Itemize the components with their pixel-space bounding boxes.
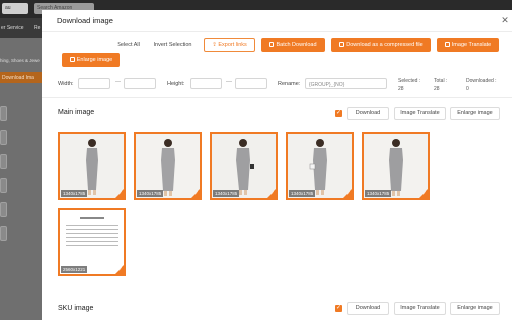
- invert-selection-button[interactable]: Invert Selection: [148, 38, 197, 52]
- image-thumbnail[interactable]: 1340x1785 ✓: [58, 132, 126, 200]
- table-row: [66, 233, 118, 234]
- image-thumbnail[interactable]: 1340x1785 ✓: [362, 132, 430, 200]
- sku-download-button[interactable]: Download: [347, 302, 389, 315]
- image-size-label: 1340x1785: [61, 190, 88, 197]
- image-size-label: 2560x1221: [61, 266, 88, 273]
- sku-image-checkbox[interactable]: ✓: [335, 305, 342, 312]
- main-enlarge-image-button[interactable]: Enlarge image: [450, 107, 500, 120]
- enlarge-image-label: Enlarge image: [76, 57, 113, 63]
- image-thumbnail[interactable]: 2560x1221 ✓: [58, 208, 126, 276]
- downloaded-value: 0: [466, 86, 469, 92]
- total-label: Total :: [434, 78, 448, 84]
- table-row: [66, 245, 118, 246]
- main-image-translate-button[interactable]: Image Translate: [394, 107, 446, 120]
- table-row: [66, 229, 118, 230]
- background-option: [0, 130, 7, 145]
- image-size-label: 1340x1785: [213, 190, 240, 197]
- sku-image-translate-button[interactable]: Image Translate: [394, 302, 446, 315]
- modal-header: Download image ✕: [42, 10, 512, 32]
- check-icon: ✓: [269, 191, 275, 197]
- check-icon: ✓: [345, 191, 351, 197]
- image-thumbnail[interactable]: 1340x1785 ✓: [134, 132, 202, 200]
- width-max-input[interactable]: [124, 78, 156, 89]
- table-row: [66, 237, 118, 238]
- close-icon[interactable]: ✕: [500, 15, 510, 25]
- breadcrumb: hing, Shoes & Jewe: [0, 58, 40, 63]
- width-min-input[interactable]: [78, 78, 110, 89]
- main-image-checkbox[interactable]: ✓: [335, 110, 342, 117]
- image-thumbnail[interactable]: 1340x1785 ✓: [210, 132, 278, 200]
- background-option: [0, 106, 7, 121]
- export-links-label: Export links: [218, 42, 247, 48]
- enlarge-icon: [69, 56, 75, 62]
- nav-item-customer-service[interactable]: er Service: [1, 25, 24, 31]
- total-value: 28: [434, 86, 440, 92]
- download-image-modal: Download image ✕ Select All Invert Selec…: [42, 10, 512, 320]
- selected-label: Selected :: [398, 78, 421, 84]
- check-icon: ✓: [117, 191, 123, 197]
- table-row: [66, 225, 118, 226]
- background-option: [0, 202, 7, 217]
- total-count: Total : 28: [434, 77, 447, 93]
- size-chart-title: [80, 217, 104, 219]
- height-min-input[interactable]: [190, 78, 222, 89]
- download-compressed-button[interactable]: Download as a compressed file: [331, 38, 431, 52]
- width-separator: —: [115, 79, 121, 85]
- height-max-input[interactable]: [235, 78, 267, 89]
- download-compressed-label: Download as a compressed file: [346, 42, 423, 48]
- image-thumbnail[interactable]: 1340x1785 ✓: [286, 132, 354, 200]
- image-size-label: 1340x1785: [137, 190, 164, 197]
- background-option: [0, 226, 7, 241]
- batch-download-label: Batch Download: [276, 42, 317, 48]
- width-label: Width:: [58, 81, 74, 87]
- main-image-title: Main image: [58, 109, 95, 116]
- sku-enlarge-image-button[interactable]: Enlarge image: [450, 302, 500, 315]
- background-option: [0, 178, 7, 193]
- size-chart-preview: [66, 217, 118, 257]
- background-option: [0, 154, 7, 169]
- height-label: Height:: [167, 81, 185, 87]
- download-images-button[interactable]: Download Ima: [0, 72, 44, 83]
- downloaded-count: Downloaded : 0: [466, 77, 497, 93]
- currency-selector[interactable]: au: [2, 3, 28, 14]
- image-translate-label: Image Translate: [451, 42, 492, 48]
- sku-image-title: SKU image: [58, 305, 94, 312]
- selected-count: Selected : 28: [398, 77, 420, 93]
- modal-title: Download image: [57, 16, 113, 25]
- height-separator: —: [226, 79, 232, 85]
- image-size-label: 1340x1785: [289, 190, 316, 197]
- archive-icon: [339, 41, 345, 47]
- selected-value: 28: [398, 86, 404, 92]
- translate-icon: [444, 41, 450, 47]
- check-icon: ✓: [193, 191, 199, 197]
- table-row: [66, 241, 118, 242]
- downloaded-label: Downloaded :: [466, 78, 497, 84]
- main-download-button[interactable]: Download: [347, 107, 389, 120]
- enlarge-image-button[interactable]: Enlarge image: [62, 53, 120, 67]
- rename-label: Rename:: [278, 81, 301, 87]
- nav-item-registry[interactable]: Re: [34, 25, 40, 31]
- batch-download-button[interactable]: Batch Download: [261, 38, 325, 52]
- select-all-button[interactable]: Select All: [111, 38, 146, 52]
- divider: [42, 97, 512, 98]
- image-size-label: 1340x1785: [365, 190, 392, 197]
- check-icon: ✓: [117, 267, 123, 273]
- rename-input[interactable]: {GROUP}_{NO}: [305, 78, 387, 89]
- image-translate-button[interactable]: Image Translate: [437, 38, 499, 52]
- download-icon: [269, 41, 275, 47]
- check-icon: ✓: [421, 191, 427, 197]
- export-links-button[interactable]: ⇪ Export links: [204, 38, 255, 52]
